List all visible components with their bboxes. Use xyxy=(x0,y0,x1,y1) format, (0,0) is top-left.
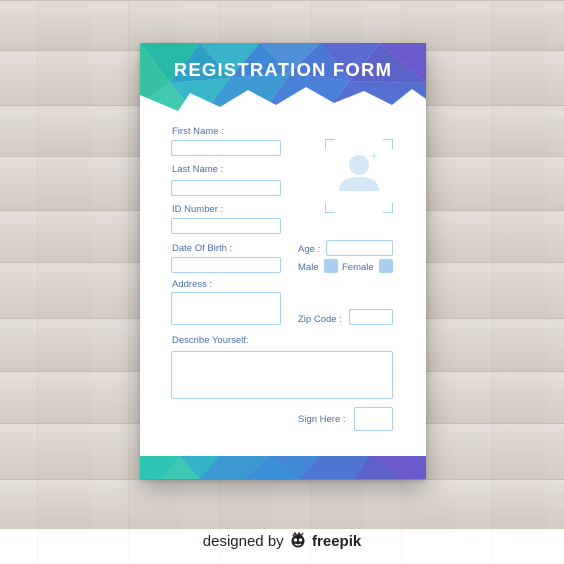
first-name-field[interactable] xyxy=(171,140,281,156)
footer-polygon-pattern xyxy=(140,456,426,479)
sign-label: Sign Here : xyxy=(298,414,346,425)
freepik-logo-icon xyxy=(291,532,305,548)
dob-label: Date Of Birth : xyxy=(172,243,233,254)
id-number-field[interactable] xyxy=(171,218,281,234)
age-field[interactable] xyxy=(326,240,393,256)
address-label: Address : xyxy=(172,279,213,290)
branding-prefix: designed by xyxy=(202,533,284,550)
form-header: REGISTRATION FORM xyxy=(140,43,426,118)
describe-label: Describe Yourself: xyxy=(172,335,249,346)
photo-placeholder[interactable] xyxy=(324,138,394,214)
first-name-label: First Name : xyxy=(172,126,224,137)
male-label: Male xyxy=(298,262,319,273)
female-label: Female xyxy=(342,262,374,273)
male-checkbox[interactable] xyxy=(324,259,338,273)
describe-field[interactable] xyxy=(171,351,393,399)
user-avatar-icon xyxy=(324,138,394,214)
dob-field[interactable] xyxy=(171,257,281,273)
registration-form-card: REGISTRATION FORM First Name : Last Name… xyxy=(140,43,426,479)
female-checkbox[interactable] xyxy=(379,259,393,273)
zip-label: Zip Code : xyxy=(298,314,342,325)
zip-field[interactable] xyxy=(349,309,393,325)
form-footer xyxy=(140,456,426,479)
branding-name: freepik xyxy=(312,533,362,550)
address-field[interactable] xyxy=(171,292,281,325)
last-name-field[interactable] xyxy=(171,180,281,196)
last-name-label: Last Name : xyxy=(172,164,224,175)
id-number-label: ID Number : xyxy=(172,204,224,215)
form-title: REGISTRATION FORM xyxy=(173,59,393,80)
age-label: Age : xyxy=(298,244,321,255)
freepik-branding: designed by freepik xyxy=(0,532,564,550)
sign-field[interactable] xyxy=(354,407,393,431)
